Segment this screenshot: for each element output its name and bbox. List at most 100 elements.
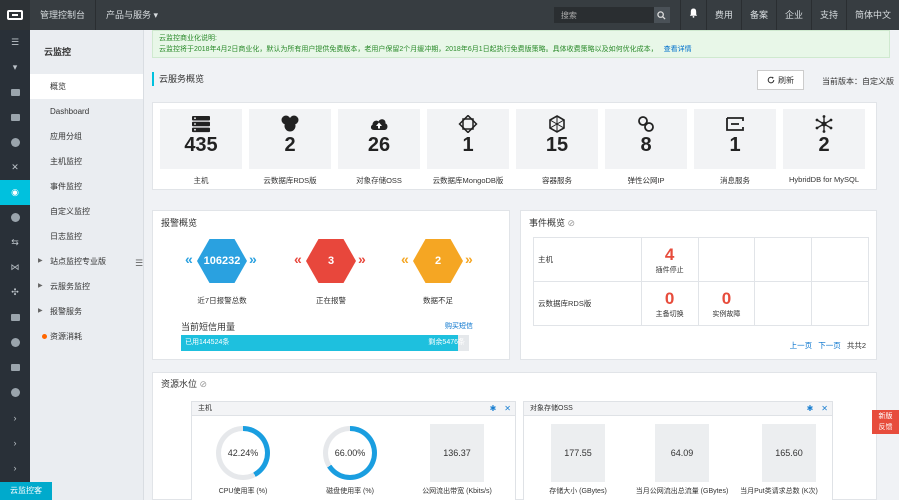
sidebar-item-event-monitor[interactable]: 事件监控 <box>30 174 143 199</box>
host-card-header: 主机 ✱ ✕ <box>192 402 515 416</box>
rail-pie-icon[interactable] <box>0 205 30 230</box>
rail-grid-icon[interactable] <box>0 105 30 130</box>
elastic-ip-icon <box>635 115 657 133</box>
cpu-usage-ring: 42.24% <box>216 426 270 480</box>
alarm-active-hex[interactable]: « 3 » <box>294 239 366 283</box>
rail-chart-icon[interactable] <box>0 355 30 380</box>
sidebar-item-alarm-service[interactable]: 报警服务 <box>30 299 143 324</box>
event-row-label: 云数据库RDS版 <box>533 281 642 326</box>
service-label: 消息服务 <box>720 176 750 185</box>
refresh-icon <box>767 76 775 84</box>
refresh-button[interactable]: 刷新 <box>757 70 804 90</box>
sidebar-item-app-groups[interactable]: 应用分组 <box>30 124 143 149</box>
prev-page-link[interactable]: 上一页 <box>790 341 813 350</box>
rail-sync-icon[interactable]: ⇆ <box>0 230 30 255</box>
rail-server-icon[interactable] <box>0 80 30 105</box>
gear-icon[interactable]: ✱ <box>490 402 497 416</box>
rail-monitor-icon[interactable]: ◉ <box>0 180 30 205</box>
alarm-insufficient-hex[interactable]: « 2 » <box>401 239 473 283</box>
mongodb-icon <box>457 115 479 133</box>
sidebar-item-site-monitor[interactable]: 站点监控专业版 <box>30 249 143 274</box>
traffic-tile: 64.09 <box>655 424 709 482</box>
rail-more-icon[interactable]: › <box>0 405 30 430</box>
rail-nodes-icon[interactable]: ⋈ <box>0 255 30 280</box>
rail-share-icon[interactable]: ✣ <box>0 280 30 305</box>
event-cell-empty <box>811 237 869 282</box>
search-input[interactable]: 搜索 <box>553 7 654 23</box>
service-card-rds[interactable]: 2 <box>249 109 331 169</box>
event-title: 事件概览 ⊘ <box>529 216 575 229</box>
event-cell[interactable]: 0 实例故障 <box>697 281 756 326</box>
service-card-mns[interactable]: 1 <box>694 109 776 169</box>
sidebar-item-dashboard[interactable]: Dashboard <box>30 99 143 124</box>
rail-storage-icon[interactable] <box>0 305 30 330</box>
storage-label: 存储大小 (GBytes) <box>549 488 607 495</box>
event-cell-empty <box>697 237 756 282</box>
help-icon[interactable]: ⊘ <box>568 218 576 228</box>
service-count: 435 <box>184 134 218 156</box>
service-card-mongodb[interactable]: 1 <box>427 109 509 169</box>
rail-more-icon-3[interactable]: › <box>0 455 30 480</box>
event-cell[interactable]: 0 主备切换 <box>640 281 699 326</box>
close-icon[interactable]: ✕ <box>821 402 828 416</box>
service-card-hybriddb[interactable]: 2 <box>783 109 865 169</box>
sidebar-item-overview[interactable]: 概览 <box>30 74 143 99</box>
service-card-eip[interactable]: 8 <box>605 109 687 169</box>
new-version-feedback-button[interactable]: 新版 反馈 <box>872 410 899 434</box>
alarm-total-hex[interactable]: « 106232 » <box>185 239 257 283</box>
rail-globe-icon[interactable] <box>0 380 30 405</box>
service-card-container[interactable]: 15 <box>516 109 598 169</box>
sidebar-collapse-icon[interactable]: ☰ <box>135 258 144 272</box>
service-label: HybridDB for MySQL <box>788 175 860 184</box>
top-link-filing[interactable]: 备案 <box>740 0 776 30</box>
resource-title-text: 资源水位 <box>161 379 198 389</box>
service-label: 弹性公网IP <box>627 176 665 185</box>
service-count: 2 <box>284 134 296 156</box>
service-label: 容器服务 <box>542 176 572 185</box>
language-select[interactable]: 简体中文 <box>845 0 899 30</box>
sidebar-item-custom-monitor[interactable]: 自定义监控 <box>30 199 143 224</box>
chevron-down-icon[interactable]: ▾ <box>0 55 30 80</box>
message-icon <box>724 115 746 133</box>
alarm-insufficient-value: 2 <box>413 239 463 283</box>
service-label: 主机 <box>193 176 209 185</box>
cloud-monitor-assistant-button[interactable]: 云监控客 <box>0 482 52 500</box>
products-menu[interactable]: 产品与服务 ▾ <box>96 0 168 30</box>
service-card-oss[interactable]: 26 <box>338 109 420 169</box>
top-link-support[interactable]: 支持 <box>810 0 846 30</box>
chevron-left-icon: « <box>401 251 409 267</box>
disk-usage-label: 磁盘使用率 (%) <box>326 488 374 495</box>
rail-lock-icon[interactable] <box>0 330 30 355</box>
service-card-host[interactable]: 435 <box>160 109 242 169</box>
traffic-label: 当月公网流出总流量 (GBytes) <box>635 488 729 495</box>
menu-toggle-icon[interactable]: ☰ <box>0 30 30 55</box>
buy-sms-link[interactable]: 购买短信 <box>445 321 473 331</box>
service-overview-panel: 435 主机 2 云数据库RDS版 26 对象存储OSS 1 云数据库Mongo… <box>152 102 877 190</box>
sidebar-item-host-monitor[interactable]: 主机监控 <box>30 149 143 174</box>
notice-details-link[interactable]: 查看详情 <box>664 46 692 53</box>
next-page-link[interactable]: 下一页 <box>818 341 841 350</box>
sidebar-item-resource-usage[interactable]: 资源消耗 <box>30 324 143 349</box>
event-cell-empty <box>754 281 813 326</box>
logo-icon[interactable] <box>0 0 30 30</box>
console-link[interactable]: 管理控制台 <box>30 0 97 30</box>
event-cell-empty <box>811 281 869 326</box>
rail-more-icon-2[interactable]: › <box>0 430 30 455</box>
hybriddb-icon <box>813 115 835 133</box>
search-icon[interactable] <box>653 7 670 23</box>
sidebar-item-log-monitor[interactable]: 日志监控 <box>30 224 143 249</box>
top-link-billing[interactable]: 费用 <box>705 0 741 30</box>
help-icon[interactable]: ⊘ <box>200 379 208 389</box>
server-icon <box>190 115 212 133</box>
feedback-line1: 新版 <box>878 413 893 420</box>
close-icon[interactable]: ✕ <box>504 402 511 416</box>
bell-icon[interactable] <box>679 0 706 30</box>
event-cell[interactable]: 4 插件停止 <box>640 237 699 282</box>
sidebar-item-cloud-service[interactable]: 云服务监控 <box>30 274 143 299</box>
notice-body: 云监控将于2018年4月2日商业化，默认为所有用户提供免费版本，老用户保留2个月… <box>159 44 883 55</box>
top-link-enterprise[interactable]: 企业 <box>775 0 811 30</box>
rail-cloud-icon[interactable] <box>0 130 30 155</box>
rail-network-icon[interactable]: ✕ <box>0 155 30 180</box>
service-label: 云数据库RDS版 <box>263 176 317 185</box>
gear-icon[interactable]: ✱ <box>807 402 814 416</box>
